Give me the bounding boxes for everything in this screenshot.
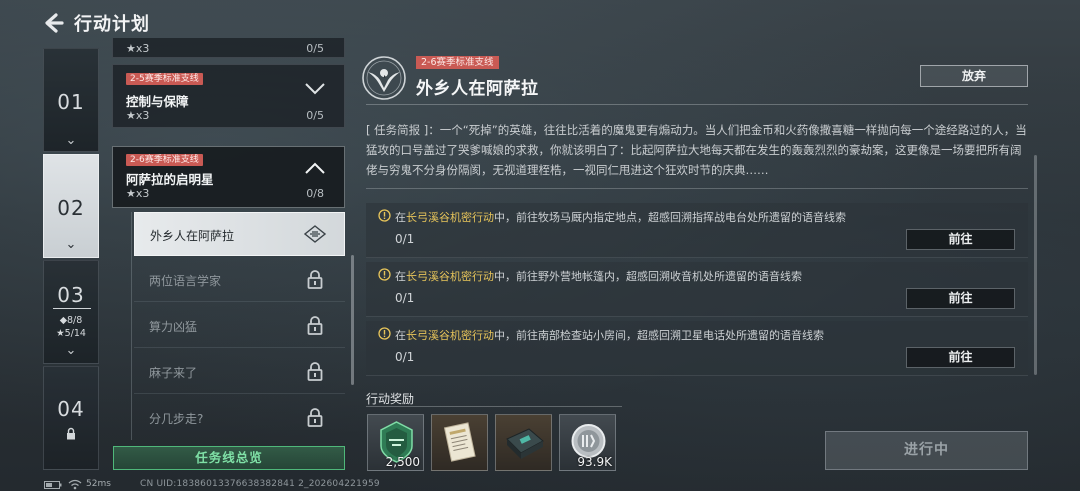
device-case-icon	[506, 428, 544, 459]
mission-progress: 0/8	[306, 187, 324, 200]
lock-icon	[307, 362, 323, 381]
active-mission-icon	[304, 225, 326, 243]
sub-mission-label: 外乡人在阿萨拉	[150, 229, 235, 243]
chevron-down-icon	[305, 83, 325, 95]
mission-card-asala[interactable]: 2-6赛季标准支线 阿萨拉的启明星 ★x3 0/8	[112, 146, 345, 208]
chevron-up-icon	[305, 162, 325, 174]
rewards-title: 行动奖励	[366, 392, 415, 406]
mission-tag: 2-6赛季标准支线	[126, 154, 203, 166]
sub-list-connector	[131, 212, 132, 440]
lock-icon	[307, 408, 323, 427]
go-button[interactable]: 前往	[906, 229, 1015, 250]
battery-icon	[44, 481, 62, 489]
objective-progress: 0/1	[395, 291, 415, 305]
sub-mission-item[interactable]: 算力凶猛	[134, 304, 345, 348]
ping-readout: 52ms	[86, 479, 111, 489]
objective-highlight: 长弓溪谷机密行动	[406, 329, 494, 342]
chapter-tab-04[interactable]: 04	[43, 366, 99, 470]
abandon-button[interactable]: 放弃	[920, 65, 1028, 87]
objective-progress: 0/1	[395, 350, 415, 364]
brief-divider	[366, 188, 1028, 189]
chapter-tab-03[interactable]: 03 ◆8/8 ★5/14 ⌄	[43, 260, 99, 364]
go-button[interactable]: 前往	[906, 347, 1015, 368]
reward-item[interactable]: 93.9K	[559, 414, 616, 471]
reward-item[interactable]	[431, 414, 488, 471]
chevron-down-icon: ⌄	[65, 237, 77, 252]
mission-stars: ★x3	[126, 109, 150, 122]
document-icon	[443, 422, 476, 462]
objective-highlight: 长弓溪谷机密行动	[406, 270, 494, 283]
mission-tag: 2-5赛季标准支线	[126, 73, 203, 85]
go-button[interactable]: 前往	[906, 288, 1015, 309]
sub-mission-item[interactable]: 分几步走?	[134, 396, 345, 440]
objective-text: 在长弓溪谷机密行动中，前往牧场马厩内指定地点，超感回溯指挥战电台处所遗留的语音线…	[395, 211, 846, 224]
mission-name: 控制与保障	[126, 94, 189, 109]
chevron-down-icon: ⌄	[65, 343, 77, 358]
title-divider	[366, 104, 1028, 105]
objective-row: 在长弓溪谷机密行动中，前往野外营地帐篷内，超感回溯收音机处所遗留的语音线索 0/…	[366, 262, 1028, 317]
objective-text: 在长弓溪谷机密行动中，前往野外营地帐篷内，超感回溯收音机处所遗留的语音线索	[395, 270, 802, 283]
chapter-tab-01[interactable]: 01 ⌄	[43, 48, 99, 152]
wifi-icon	[68, 479, 82, 490]
chapter-number: 04	[57, 397, 85, 421]
reward-item[interactable]: 2,500	[367, 414, 424, 471]
objective-progress: 0/1	[395, 232, 415, 246]
sub-mission-item[interactable]: 两位语言学家	[134, 258, 345, 302]
alert-icon	[378, 209, 391, 222]
chapter-diamond-stat: ◆8/8	[59, 315, 83, 326]
mission-line-overview-button[interactable]: 任务线总览	[113, 446, 345, 470]
mission-stars: ★x3	[126, 42, 150, 55]
in-progress-button: 进行中	[825, 431, 1028, 470]
alert-icon	[378, 327, 391, 340]
chapter-number: 01	[57, 90, 85, 114]
lock-icon	[67, 427, 75, 440]
chevron-down-icon: ⌄	[65, 133, 77, 148]
chapter-divider	[53, 308, 91, 309]
chapter-star-stat: ★5/14	[56, 328, 86, 339]
reward-quantity: 93.9K	[577, 455, 612, 469]
page-title: 行动计划	[74, 14, 150, 35]
chapter-number: 03	[57, 283, 85, 307]
mission-progress: 0/5	[306, 109, 324, 122]
mission-brief: [ 任务简报 ]：一个“死掉”的英雄，往往比活着的魔鬼更有煽动力。当人们把金币和…	[366, 123, 1027, 177]
mission-title: 外乡人在阿萨拉	[416, 79, 539, 99]
sub-mission-label: 麻子来了	[149, 366, 198, 380]
user-uid: CN UID:18386013376638382841 2_2026042219…	[140, 479, 380, 489]
mission-tag: 2-6赛季标准支线	[416, 56, 499, 69]
sub-mission-label: 分几步走?	[149, 412, 204, 426]
mission-progress: 0/5	[306, 42, 324, 55]
lock-icon	[307, 316, 323, 335]
chapter-number: 02	[57, 196, 85, 220]
sub-mission-label: 两位语言学家	[149, 274, 222, 288]
mission-card-partial[interactable]: ★x3 0/5	[112, 38, 345, 58]
rewards-divider	[366, 406, 622, 407]
sub-mission-item[interactable]: 外乡人在阿萨拉	[134, 212, 345, 256]
objective-row: 在长弓溪谷机密行动中，前往牧场马厩内指定地点，超感回溯指挥战电台处所遗留的语音线…	[366, 203, 1028, 258]
objective-text: 在长弓溪谷机密行动中，前往南部检查站小房间，超感回溯卫星电话处所遗留的语音线索	[395, 329, 824, 342]
chapter-tab-02[interactable]: 02 ⌄	[43, 154, 99, 258]
sub-mission-item[interactable]: 麻子来了	[134, 350, 345, 394]
back-arrow-icon[interactable]	[40, 10, 66, 36]
mission-name: 阿萨拉的启明星	[126, 172, 214, 187]
objective-row: 在长弓溪谷机密行动中，前往南部检查站小房间，超感回溯卫星电话处所遗留的语音线索 …	[366, 321, 1028, 376]
alert-icon	[378, 268, 391, 281]
lock-icon	[307, 270, 323, 289]
objective-highlight: 长弓溪谷机密行动	[406, 211, 494, 224]
eagle-emblem-icon	[362, 56, 406, 100]
sub-mission-label: 算力凶猛	[149, 320, 198, 334]
mission-card-control[interactable]: 2-5赛季标准支线 控制与保障 ★x3 0/5	[112, 64, 345, 128]
reward-item[interactable]	[495, 414, 552, 471]
objectives-scrollbar[interactable]	[1034, 155, 1037, 375]
reward-quantity: 2,500	[385, 455, 420, 469]
mission-stars: ★x3	[126, 187, 150, 200]
list-scrollbar[interactable]	[351, 255, 354, 385]
